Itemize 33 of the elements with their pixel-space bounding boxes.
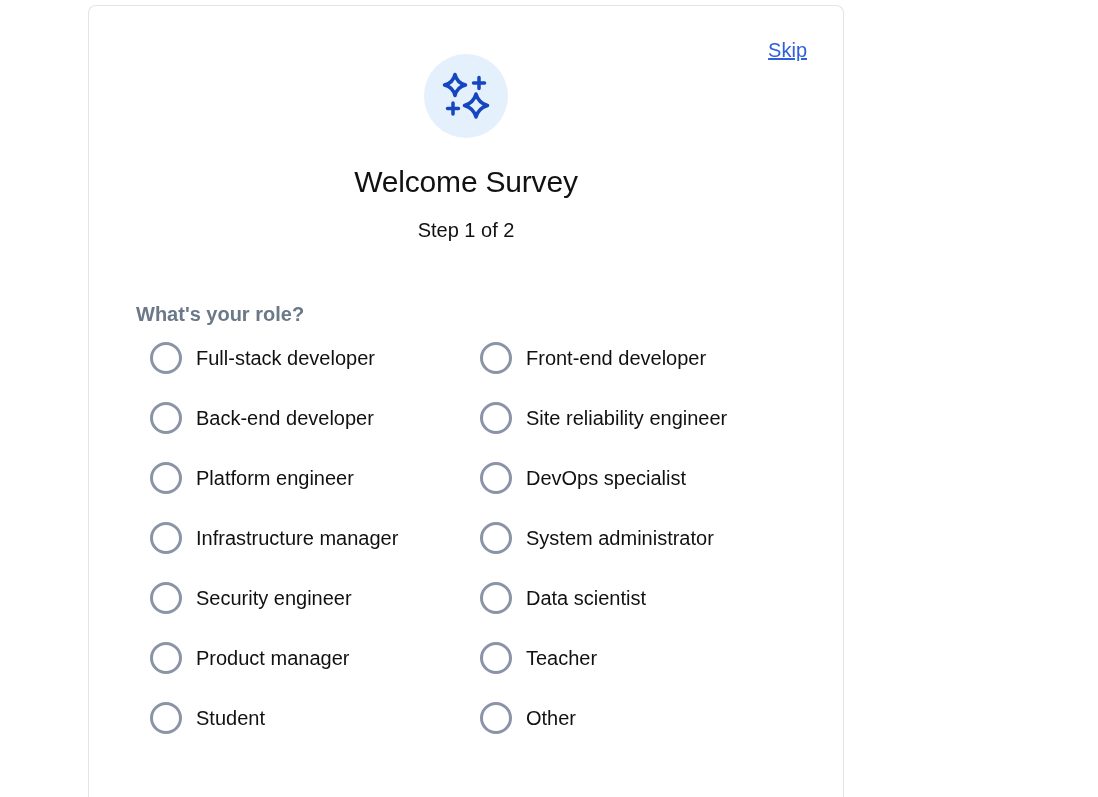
option-label[interactable]: Student: [196, 704, 265, 732]
radio-button[interactable]: [480, 702, 512, 734]
option-label[interactable]: Other: [526, 704, 577, 732]
radio-button[interactable]: [150, 462, 182, 494]
option-label[interactable]: Data scientist: [526, 584, 647, 612]
radio-button[interactable]: [480, 582, 512, 614]
option-label[interactable]: Security engineer: [196, 584, 352, 612]
radio-button[interactable]: [150, 642, 182, 674]
radio-button[interactable]: [150, 342, 182, 374]
radio-button[interactable]: [150, 582, 182, 614]
option-label[interactable]: Full-stack developer: [196, 344, 375, 372]
skip-link[interactable]: Skip: [768, 36, 807, 64]
option-label[interactable]: Infrastructure manager: [196, 524, 399, 552]
option-label[interactable]: Product manager: [196, 644, 350, 672]
option-label[interactable]: Back-end developer: [196, 404, 374, 432]
radio-button[interactable]: [480, 462, 512, 494]
option-label[interactable]: System administrator: [526, 524, 714, 552]
step-indicator: Step 1 of 2: [417, 218, 515, 243]
option-label[interactable]: Teacher: [526, 644, 598, 672]
radio-button[interactable]: [480, 342, 512, 374]
question-label: What's your role?: [136, 302, 305, 327]
radio-button[interactable]: [150, 402, 182, 434]
option-label[interactable]: Front-end developer: [526, 344, 707, 372]
option-label[interactable]: DevOps specialist: [526, 464, 687, 492]
option-label[interactable]: Platform engineer: [196, 464, 354, 492]
radio-button[interactable]: [150, 522, 182, 554]
radio-button[interactable]: [480, 402, 512, 434]
radio-button[interactable]: [150, 702, 182, 734]
radio-button[interactable]: [480, 522, 512, 554]
survey-title: Welcome Survey: [354, 164, 578, 200]
sparkles-icon: [424, 54, 508, 138]
radio-button[interactable]: [480, 642, 512, 674]
option-label[interactable]: Site reliability engineer: [526, 404, 728, 432]
